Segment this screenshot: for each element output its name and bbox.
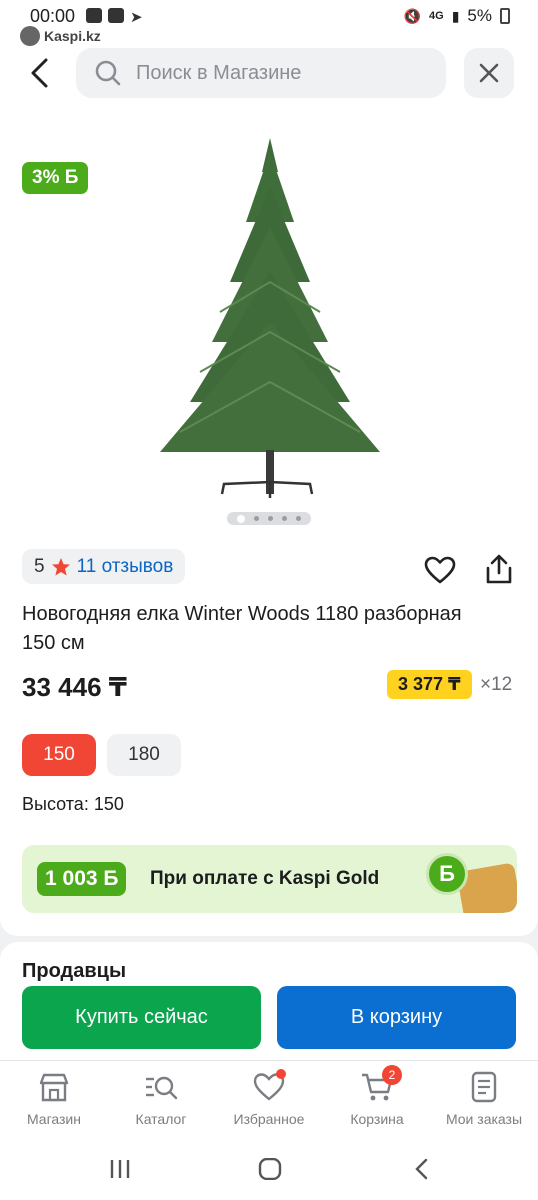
kaspi-gold-text: При оплате с Kaspi Gold	[150, 868, 380, 889]
buy-now-button[interactable]: Купить сейчас	[22, 986, 261, 1049]
product-image[interactable]	[150, 132, 390, 504]
nav-orders-label: Мои заказы	[445, 1111, 523, 1127]
system-navigation-bar	[0, 1140, 538, 1200]
reviews-link[interactable]: 11 отзывов	[77, 556, 174, 578]
back-to-app[interactable]: Kaspi.kz	[20, 26, 101, 46]
shop-icon	[39, 1073, 69, 1102]
search-input[interactable]: Поиск в Магазине	[76, 48, 446, 98]
back-app-label: Kaspi.kz	[44, 28, 101, 44]
orders-icon	[471, 1071, 497, 1103]
notification-icons: ➤	[86, 8, 143, 26]
rating-score: 5	[34, 555, 45, 577]
option-180[interactable]: 180	[107, 734, 181, 776]
catalog-search-icon	[146, 1076, 178, 1100]
mute-icon: 🔇	[403, 7, 422, 24]
app-notification-icon	[108, 8, 124, 23]
nav-shop[interactable]: Магазин	[0, 1071, 108, 1127]
bonus-badge: 3% Б	[22, 162, 89, 194]
back-arrow-icon[interactable]	[24, 54, 58, 92]
sellers-heading: Продавцы	[22, 960, 127, 982]
product-title: Новогодняя елка Winter Woods 1180 разбор…	[22, 603, 462, 654]
home-icon[interactable]	[258, 1158, 282, 1180]
kaspi-gold-banner[interactable]: 1 003 Б При оплате с Kaspi Gold Б	[22, 845, 517, 913]
close-button[interactable]	[464, 48, 514, 98]
nav-cart-label: Корзина	[350, 1111, 404, 1127]
credit-payment-badge[interactable]: 3 377 ₸	[387, 670, 472, 699]
nav-orders[interactable]: Мои заказы	[430, 1071, 538, 1127]
status-time: 00:00	[30, 6, 76, 26]
nav-catalog[interactable]: Каталог	[107, 1071, 215, 1127]
nav-favorites-label: Избранное	[233, 1111, 305, 1127]
favorites-indicator-dot	[276, 1069, 286, 1079]
nav-shop-label: Магазин	[26, 1111, 81, 1127]
carousel-dot-2[interactable]	[253, 516, 259, 521]
rating-reviews-chip[interactable]: 5 11 отзывов	[22, 549, 186, 584]
search-icon	[95, 60, 121, 86]
star-icon	[51, 557, 70, 575]
nav-catalog-label: Каталог	[135, 1111, 187, 1127]
image-carousel-indicator[interactable]	[227, 512, 311, 525]
carousel-dot-1[interactable]	[236, 514, 245, 523]
height-label: Высота: 150	[22, 794, 124, 814]
network-label: 4G	[429, 10, 444, 22]
search-placeholder: Поиск в Магазине	[136, 61, 302, 84]
status-right: 🔇 4G ▮ 5%	[404, 6, 510, 26]
carousel-dot-4[interactable]	[282, 516, 288, 521]
cart-count-badge: 2	[382, 1065, 402, 1085]
battery-icon	[500, 8, 510, 24]
bottom-navigation: Магазин Каталог Избранное 2 Корзина Мои …	[0, 1060, 538, 1140]
signal-icon: ▮	[451, 7, 460, 24]
add-to-cart-button[interactable]: В корзину	[277, 986, 516, 1049]
product-price: 33 446 ₸	[22, 672, 127, 702]
recent-apps-icon[interactable]	[108, 1158, 132, 1180]
credit-months: ×12	[480, 674, 513, 695]
gallery-notification-icon	[86, 8, 102, 23]
kaspi-gold-bonus-amount: 1 003 Б	[37, 862, 127, 896]
battery-label: 5%	[467, 6, 492, 25]
carousel-dot-5[interactable]	[296, 516, 302, 521]
nav-favorites-icon-wrap	[252, 1069, 286, 1103]
nav-cart[interactable]: 2 Корзина	[323, 1065, 431, 1127]
kaspi-logo-icon	[20, 26, 40, 46]
option-150[interactable]: 150	[22, 734, 96, 776]
nav-cart-icon-wrap: 2	[360, 1065, 402, 1103]
close-icon	[479, 63, 499, 83]
bonus-coin-icon: Б	[426, 853, 468, 895]
telegram-icon: ➤	[130, 9, 143, 26]
favorite-heart-icon[interactable]	[424, 556, 456, 584]
carousel-dot-3[interactable]	[267, 516, 273, 521]
nav-favorites[interactable]: Избранное	[215, 1069, 323, 1127]
system-back-icon[interactable]	[410, 1158, 434, 1180]
share-icon[interactable]	[484, 553, 514, 585]
